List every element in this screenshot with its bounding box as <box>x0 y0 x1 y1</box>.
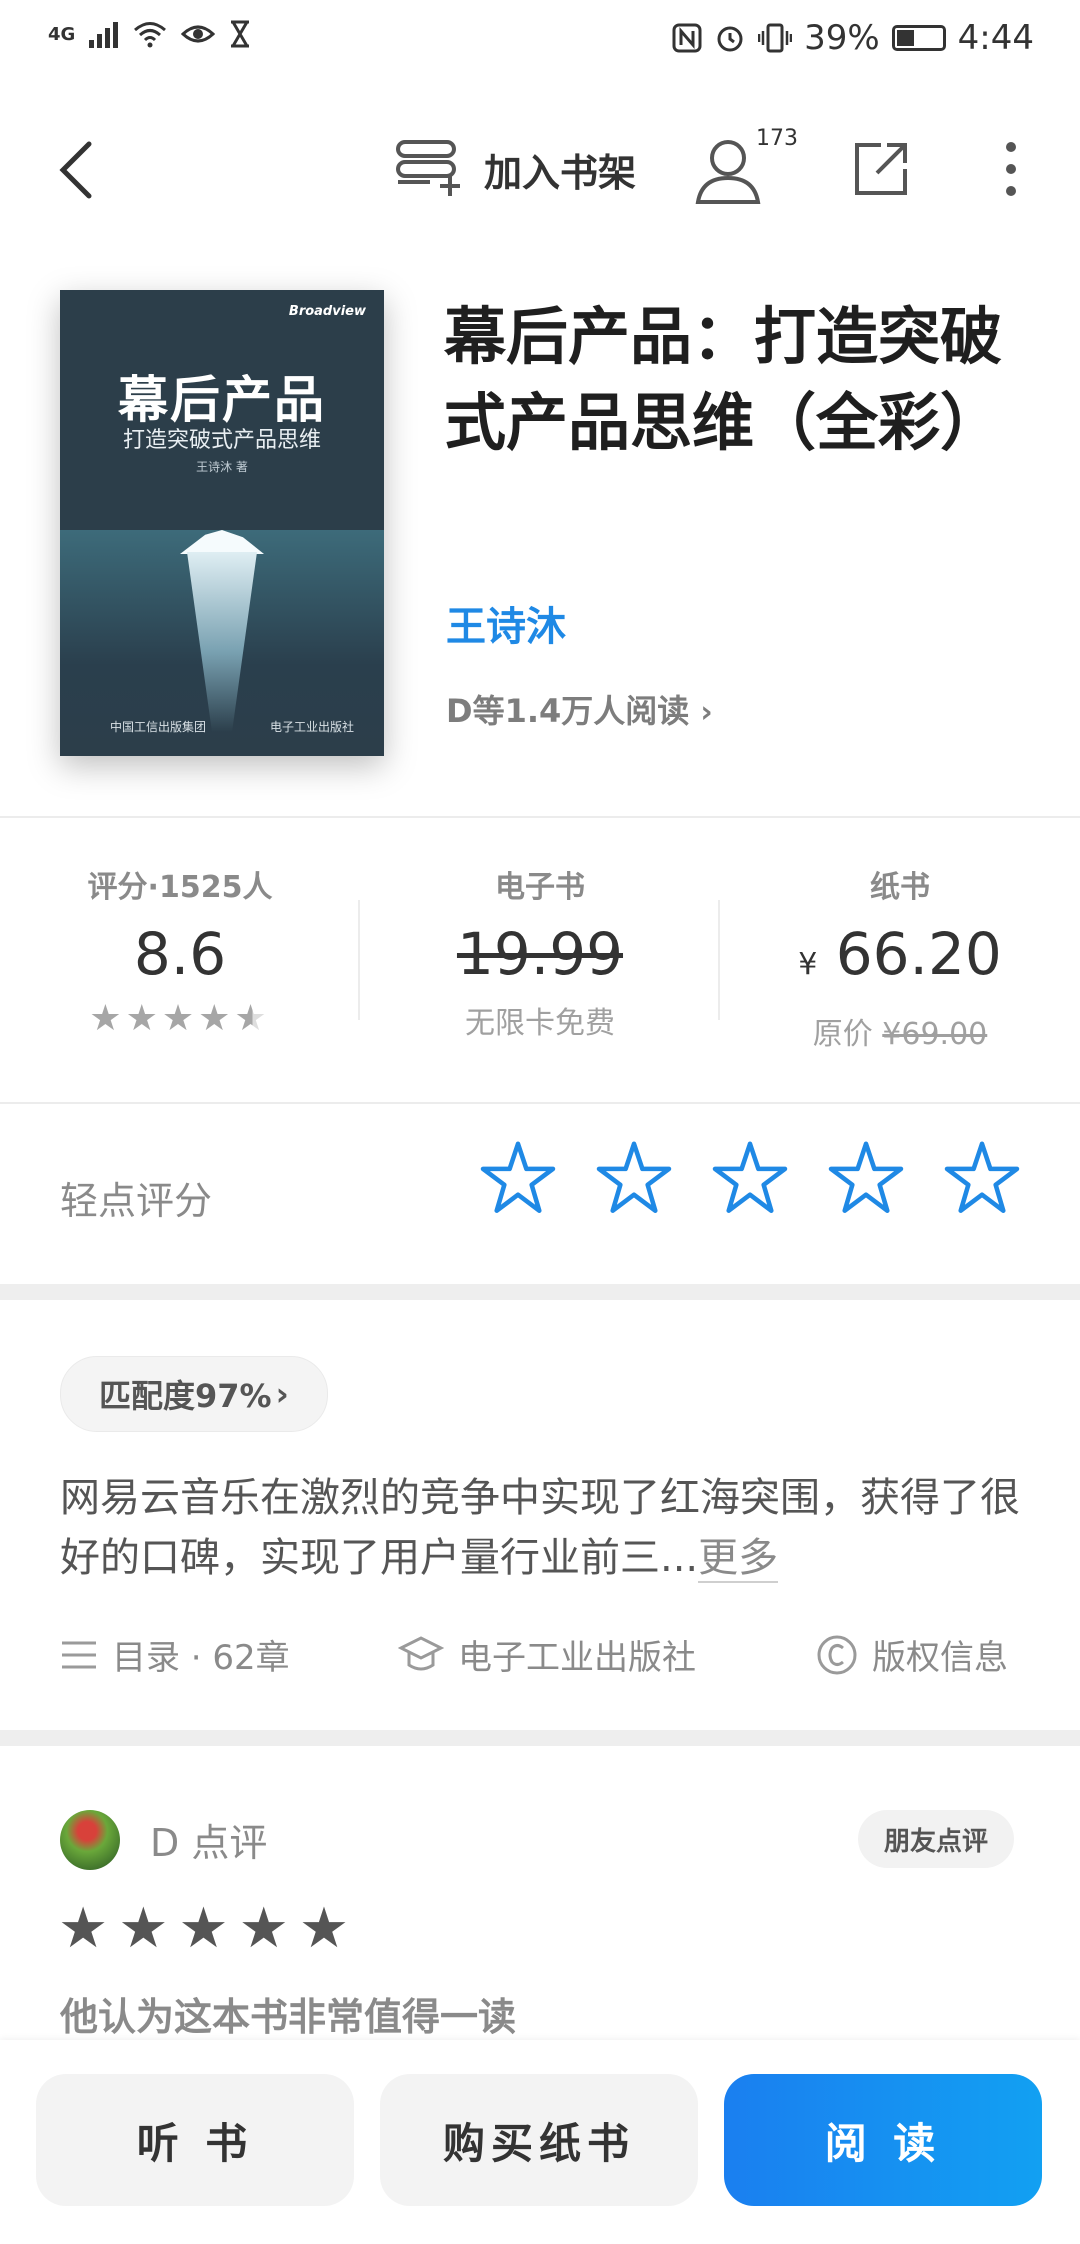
readers-label: D等1.4万人阅读 <box>446 692 690 730</box>
nfc-icon <box>672 23 702 53</box>
description-text: 网易云音乐在激烈的竞争中实现了红海突围，获得了很好的口碑，实现了用户量行业前三.… <box>60 1475 1020 1581</box>
copyright-link[interactable]: 版权信息 <box>816 1630 1008 1679</box>
vibrate-icon <box>758 23 793 53</box>
share-icon <box>855 143 907 195</box>
review-text[interactable]: 他认为这本书非常值得一读 <box>60 1986 516 2041</box>
review-star-icon: ★ <box>178 1896 239 1961</box>
follow-count: 173 <box>756 126 798 151</box>
ebook-note: 无限卡免费 <box>465 1006 615 1041</box>
toc-link[interactable]: 目录 · 62章 <box>60 1630 290 1679</box>
cover-publisher-left: 中国工信出版集团 <box>110 720 207 734</box>
paper-original-price: 原价 ¥69.00 <box>720 1009 1080 1053</box>
cover-author: 王诗沐 著 <box>196 460 248 474</box>
book-cover[interactable]: Broadview 幕后产品 打造突破式产品思维 王诗沐 著 中国工信出版集团 … <box>60 290 384 756</box>
match-label: 匹配度97% <box>99 1377 272 1415</box>
alarm-icon <box>717 26 743 52</box>
toc-label: 目录 · 62章 <box>112 1638 290 1678</box>
review-stars: ★★★★★ <box>58 1896 359 1961</box>
cover-brand: Broadview <box>288 304 366 319</box>
ebook-label: 电子书 <box>495 870 585 905</box>
back-button[interactable] <box>40 130 110 210</box>
rating-value: 8.6 <box>133 920 227 988</box>
rate-label: 轻点评分 <box>60 1179 213 1223</box>
paper-book-stat[interactable]: 纸书 ¥ 66.20 原价 ¥69.00 <box>720 862 1080 1053</box>
bookshelf-add-icon <box>396 140 460 196</box>
read-button[interactable]: 阅 读 <box>724 2074 1042 2206</box>
rate-star-4-icon[interactable] <box>828 1140 904 1216</box>
section-divider <box>0 1730 1080 1746</box>
publisher-link[interactable]: 电子工业出版社 <box>398 1630 696 1679</box>
publisher-label: 电子工业出版社 <box>458 1638 696 1678</box>
add-to-shelf-button[interactable]: 加入书架 <box>394 138 636 200</box>
section-divider <box>0 1284 1080 1300</box>
list-icon <box>62 1641 96 1668</box>
ebook-stat[interactable]: 电子书 19.99 无限卡免费 <box>360 862 720 1042</box>
rate-star-1-icon[interactable] <box>480 1140 556 1216</box>
status-bar: 4G 39% 4:44 <box>0 0 1080 84</box>
user-icon <box>695 140 761 204</box>
match-badge[interactable]: 匹配度97% › <box>60 1356 328 1432</box>
rating-star-icon: ★ <box>198 998 235 1039</box>
status-left: 4G <box>48 20 251 48</box>
cover-publishers: 中国工信出版集团 电子工业出版社 <box>110 718 354 735</box>
cover-publisher-right: 电子工业出版社 <box>269 720 354 734</box>
review-star-icon: ★ <box>298 1896 360 1961</box>
paper-price: ¥ 66.20 <box>720 920 1080 999</box>
rating-star-icon: ★ <box>161 998 199 1039</box>
friend-review-badge[interactable]: 朋友点评 <box>858 1810 1015 1868</box>
more-vertical-icon <box>1006 142 1016 196</box>
book-title: 幕后产品：打造突破式产品思维（全彩） <box>444 300 1003 459</box>
follow-button[interactable]: 173 <box>692 126 802 210</box>
reviewer-name[interactable]: D 点评 <box>150 1812 267 1867</box>
eye-icon <box>181 25 216 43</box>
review-star-icon: ★ <box>118 1896 179 1961</box>
currency-symbol: ¥ <box>798 947 818 982</box>
rate-star-2-icon[interactable] <box>596 1140 672 1216</box>
paper-price-value: 66.20 <box>835 920 1002 988</box>
book-description[interactable]: 网易云音乐在激烈的竞争中实现了红海突围，获得了很好的口碑，实现了用户量行业前三.… <box>60 1468 1020 1588</box>
graduation-cap-icon <box>398 1635 444 1670</box>
battery-percent: 39% <box>804 18 880 58</box>
back-arrow-icon <box>59 141 92 199</box>
rate-stars <box>480 1140 1020 1216</box>
add-to-shelf-label: 加入书架 <box>484 150 637 195</box>
paper-label: 纸书 <box>870 870 930 905</box>
review-star-icon: ★ <box>58 1896 119 1961</box>
battery-icon <box>891 25 946 51</box>
signal-icon <box>89 22 119 48</box>
more-link[interactable]: 更多 <box>698 1535 779 1583</box>
top-nav-bar: 加入书架 173 <box>0 110 1080 230</box>
divider <box>0 1102 1080 1104</box>
original-price-value: ¥69.00 <box>882 1017 988 1052</box>
rating-star-icon: ★ <box>89 998 126 1039</box>
share-button[interactable] <box>846 134 916 204</box>
ebook-price: 19.99 <box>456 920 624 988</box>
readers-link[interactable]: D等1.4万人阅读 › <box>446 686 713 732</box>
rating-label: 评分·1525人 <box>87 870 273 905</box>
rate-star-5-icon[interactable] <box>944 1140 1020 1216</box>
divider <box>0 816 1080 818</box>
rating-star-icon: ★ <box>125 998 162 1039</box>
review-star-icon: ★ <box>238 1896 299 1961</box>
book-author-link[interactable]: 王诗沐 <box>446 594 566 652</box>
clock: 4:44 <box>957 18 1034 58</box>
rating-stat[interactable]: 评分·1525人 8.6 ★★★★★ <box>0 862 360 1039</box>
wifi-icon <box>134 22 167 48</box>
listen-button[interactable]: 听 书 <box>36 2074 354 2206</box>
buy-paper-button[interactable]: 购买纸书 <box>380 2074 698 2206</box>
original-label: 原价 <box>812 1017 873 1052</box>
rating-stars: ★★★★★ <box>0 998 360 1039</box>
hourglass-icon <box>231 20 250 48</box>
reviewer-avatar[interactable] <box>60 1810 120 1870</box>
chevron-right-icon: › <box>700 695 713 730</box>
rating-star-icon: ★ <box>234 998 271 1039</box>
network-label: 4G <box>48 23 76 45</box>
status-right: 39% 4:44 <box>672 18 1034 58</box>
rate-star-3-icon[interactable] <box>712 1140 788 1216</box>
chevron-right-icon: › <box>275 1375 289 1413</box>
copyright-icon <box>817 1635 857 1674</box>
more-menu-button[interactable] <box>986 134 1036 204</box>
copyright-label: 版权信息 <box>872 1638 1008 1678</box>
cover-subtitle: 打造突破式产品思维 <box>122 428 321 453</box>
